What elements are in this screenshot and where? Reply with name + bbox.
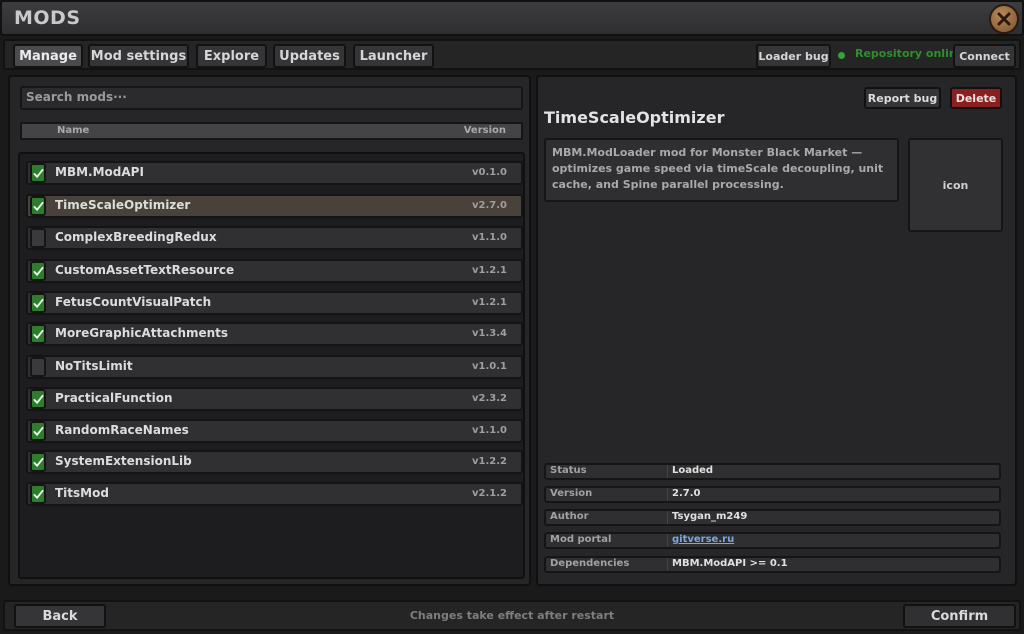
mod-enable-checkbox[interactable] [30, 228, 46, 248]
checkmark-icon [32, 329, 44, 339]
info-value: Loaded [672, 465, 714, 476]
bottom-bar: Back Changes take effect after restart C… [3, 600, 1021, 631]
mod-row[interactable]: MoreGraphicAttachments v1.3.4 [26, 322, 523, 346]
mod-name: SystemExtensionLib [55, 454, 192, 468]
mod-enable-checkbox[interactable] [30, 452, 46, 472]
search-input[interactable]: Search mods··· [20, 86, 523, 110]
mod-version: v1.2.1 [472, 297, 507, 308]
info-label: Dependencies [550, 558, 668, 571]
mod-row[interactable]: CustomAssetTextResource v1.2.1 [26, 259, 523, 283]
mod-enable-checkbox[interactable] [30, 196, 46, 216]
info-value: Tsygan_m249 [672, 511, 748, 522]
mod-enable-checkbox[interactable] [30, 389, 46, 409]
info-value: MBM.ModAPI >= 0.1 [672, 558, 788, 569]
col-version: Version [463, 125, 506, 136]
mod-row[interactable]: TitsMod v2.1.2 [26, 482, 523, 506]
mod-row[interactable]: SystemExtensionLib v1.2.2 [26, 450, 523, 474]
info-row: Author Tsygan_m249 [544, 509, 1001, 526]
mod-name: TitsMod [55, 486, 109, 500]
mod-description: MBM.ModLoader mod for Monster Black Mark… [544, 138, 899, 202]
close-button[interactable] [989, 4, 1019, 34]
info-label: Status [550, 465, 668, 478]
mod-icon-placeholder: icon [908, 138, 1003, 232]
tab-bar: Manage Mod settings Explore Updates Laun… [3, 39, 1021, 70]
checkmark-icon [32, 201, 44, 211]
mod-enable-checkbox[interactable] [30, 357, 46, 377]
mod-version: v2.1.2 [472, 488, 507, 499]
title-bar: MODS [0, 0, 1024, 36]
window-title: MODS [14, 7, 81, 29]
mod-row[interactable]: TimeScaleOptimizer v2.7.0 [26, 194, 523, 218]
tab-manage[interactable]: Manage [13, 44, 83, 68]
list-header: Name Version [20, 122, 523, 140]
mod-version: v1.0.1 [472, 361, 507, 372]
mod-row[interactable]: ComplexBreedingRedux v1.1.0 [26, 226, 523, 250]
info-label: Mod portal [550, 534, 668, 547]
close-icon [997, 12, 1011, 26]
mod-name: RandomRaceNames [55, 423, 189, 437]
connect-button[interactable]: Connect [953, 44, 1016, 68]
mod-name: PracticalFunction [55, 391, 173, 405]
mod-enable-checkbox[interactable] [30, 324, 46, 344]
mod-name: FetusCountVisualPatch [55, 295, 212, 309]
mod-version: v1.1.0 [472, 425, 507, 436]
mod-row[interactable]: FetusCountVisualPatch v1.2.1 [26, 291, 523, 315]
mod-detail-panel: Report bug Delete TimeScaleOptimizer MBM… [536, 75, 1017, 586]
mod-enable-checkbox[interactable] [30, 163, 46, 183]
restart-hint: Changes take effect after restart [409, 609, 615, 622]
mod-enable-checkbox[interactable] [30, 484, 46, 504]
col-name: Name [57, 125, 90, 136]
info-label: Author [550, 511, 668, 524]
mod-portal-link[interactable]: gitverse.ru [672, 534, 734, 545]
info-value: 2.7.0 [672, 488, 701, 499]
mod-version: v1.3.4 [472, 328, 507, 339]
mod-row[interactable]: PracticalFunction v2.3.2 [26, 387, 523, 411]
repository-status: Repository online [855, 47, 965, 60]
checkmark-icon [32, 266, 44, 276]
mod-name: MoreGraphicAttachments [55, 326, 229, 340]
mod-row[interactable]: NoTitsLimit v1.0.1 [26, 355, 523, 379]
checkmark-icon [32, 168, 44, 178]
mod-version: v2.7.0 [472, 200, 507, 211]
mod-enable-checkbox[interactable] [30, 293, 46, 313]
mod-name: NoTitsLimit [55, 359, 133, 373]
report-bug-button[interactable]: Report bug [864, 87, 941, 109]
confirm-button[interactable]: Confirm [903, 604, 1016, 628]
mod-name: TimeScaleOptimizer [55, 198, 191, 212]
info-row: Status Loaded [544, 463, 1001, 480]
mod-name: CustomAssetTextResource [55, 263, 235, 277]
mod-enable-checkbox[interactable] [30, 261, 46, 281]
mod-version: v1.2.2 [472, 456, 507, 467]
mod-row[interactable]: MBM.ModAPI v0.1.0 [26, 161, 523, 185]
checkmark-icon [32, 394, 44, 404]
delete-button[interactable]: Delete [950, 87, 1002, 109]
mod-version: v0.1.0 [472, 167, 507, 178]
mod-version: v2.3.2 [472, 393, 507, 404]
loader-bug-button[interactable]: Loader bug [756, 44, 831, 68]
mod-enable-checkbox[interactable] [30, 421, 46, 441]
checkmark-icon [32, 457, 44, 467]
tab-explore[interactable]: Explore [196, 44, 267, 68]
tab-updates[interactable]: Updates [273, 44, 346, 68]
checkmark-icon [32, 298, 44, 308]
checkmark-icon [32, 426, 44, 436]
mod-version: v1.1.0 [472, 232, 507, 243]
mod-version: v1.2.1 [472, 265, 507, 276]
info-row: Version 2.7.0 [544, 486, 1001, 503]
tab-launcher[interactable]: Launcher [353, 44, 434, 68]
status-dot-icon [838, 52, 845, 59]
mod-list-panel: Search mods··· Name Version MBM.ModAPI v0… [8, 75, 531, 586]
mod-name: ComplexBreedingRedux [55, 230, 217, 244]
mod-name: MBM.ModAPI [55, 165, 144, 179]
checkmark-icon [32, 489, 44, 499]
mod-title: TimeScaleOptimizer [544, 108, 725, 127]
info-row: Dependencies MBM.ModAPI >= 0.1 [544, 556, 1001, 573]
mod-list: MBM.ModAPI v0.1.0 TimeScaleOptimizer v2.7.0… [18, 152, 525, 579]
info-row: Mod portal gitverse.ru [544, 532, 1001, 549]
info-label: Version [550, 488, 668, 501]
tab-mod-settings[interactable]: Mod settings [88, 44, 189, 68]
mod-row[interactable]: RandomRaceNames v1.1.0 [26, 419, 523, 443]
